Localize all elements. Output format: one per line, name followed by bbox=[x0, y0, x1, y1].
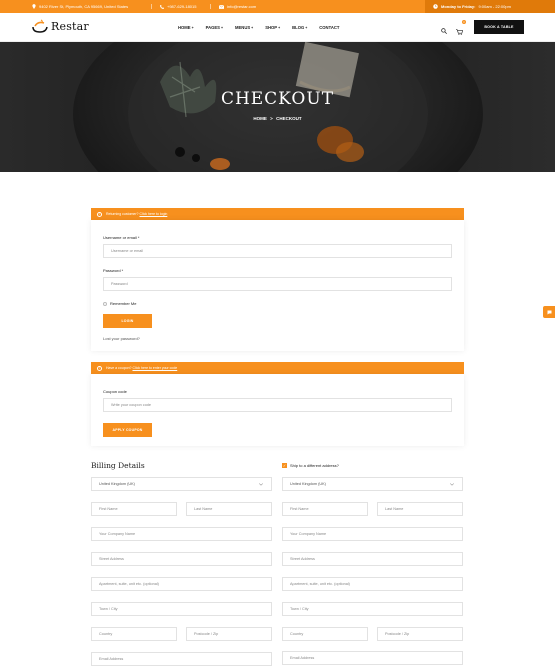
chevron-down-icon bbox=[259, 482, 263, 486]
hours-label: Monday to Friday: bbox=[441, 4, 476, 9]
nav-menus[interactable]: MENUS+ bbox=[235, 25, 253, 30]
remember-me-checkbox[interactable] bbox=[103, 301, 107, 306]
billing-details-title: Billing Details bbox=[91, 461, 145, 470]
password-label: Password * bbox=[103, 268, 124, 273]
shipping-town[interactable]: Town / City bbox=[282, 602, 463, 616]
shipping-apartment[interactable]: Apartment, suite, unit etc. (optional) bbox=[282, 577, 463, 591]
coupon-notice: i Have a coupon? Click here to enter you… bbox=[91, 362, 464, 374]
remember-me-label: Remember Me bbox=[110, 301, 137, 306]
billing-street[interactable]: Street Address bbox=[91, 552, 272, 566]
nav-shop[interactable]: SHOP+ bbox=[265, 25, 280, 30]
chevron-down-icon bbox=[450, 482, 454, 486]
login-button[interactable]: LOGIN bbox=[103, 314, 152, 328]
shipping-company[interactable]: Your Company Name bbox=[282, 527, 463, 541]
opening-hours: Monday to Friday: 9:00am - 22:00pm bbox=[425, 0, 555, 13]
site-logo[interactable]: Restar bbox=[31, 19, 89, 33]
cart-count-badge: 0 bbox=[462, 20, 466, 24]
coupon-input[interactable]: Write your coupon code bbox=[103, 398, 452, 412]
info-icon: i bbox=[97, 211, 102, 217]
cart-icon bbox=[456, 29, 464, 35]
billing-country-field[interactable]: Country bbox=[91, 627, 177, 641]
info-icon: i bbox=[97, 365, 102, 371]
nav-home[interactable]: HOME+ bbox=[178, 25, 194, 30]
search-icon[interactable] bbox=[441, 28, 447, 34]
shipping-last-name[interactable]: Last Name bbox=[377, 502, 463, 516]
returning-customer-notice: i Returning customer? Click here to logi… bbox=[91, 208, 464, 220]
site-header: Restar HOME+ PAGES+ MENUS+ SHOP+ BLOG+ C… bbox=[0, 13, 555, 42]
lost-password-link[interactable]: Lost your password? bbox=[103, 336, 140, 341]
top-info-bar: 9402 River St, Plymouth, CA 95669, Unite… bbox=[0, 0, 555, 13]
billing-email[interactable]: Email Address bbox=[91, 652, 272, 666]
book-table-button[interactable]: BOOK A TABLE bbox=[474, 20, 524, 34]
login-form: Username or email * Username or email Pa… bbox=[91, 220, 464, 351]
login-toggle-link[interactable]: Click here to login bbox=[139, 212, 167, 216]
coupon-notice-text: Have a coupon? bbox=[106, 366, 132, 370]
hours-value: 9:00am - 22:00pm bbox=[478, 4, 511, 9]
cart-button[interactable]: 0 bbox=[456, 20, 466, 40]
shipping-country-select[interactable]: United Kingdom (UK) bbox=[282, 477, 463, 491]
shipping-email[interactable]: Email Address bbox=[282, 651, 463, 665]
shipping-country-value: United Kingdom (UK) bbox=[290, 482, 326, 486]
header-icons: 0 bbox=[441, 20, 466, 40]
coupon-toggle-link[interactable]: Click here to enter your code bbox=[132, 366, 177, 370]
breadcrumb: HOME > CHECKOUT bbox=[0, 116, 555, 121]
billing-apartment[interactable]: Apartment, suite, unit etc. (optional) bbox=[91, 577, 272, 591]
phone-info[interactable]: +987-629-18015 bbox=[160, 0, 196, 13]
username-input[interactable]: Username or email bbox=[103, 244, 452, 258]
ship-different-address[interactable]: ✓ Ship to a different address? bbox=[282, 463, 339, 468]
address-text: 9402 River St, Plymouth, CA 95669, Unite… bbox=[39, 4, 129, 9]
billing-postcode[interactable]: Postcode / Zip bbox=[186, 627, 272, 641]
password-input[interactable]: Password bbox=[103, 277, 452, 291]
breadcrumb-current: CHECKOUT bbox=[276, 116, 302, 121]
page-hero: CHECKOUT HOME > CHECKOUT bbox=[0, 42, 555, 172]
billing-country-select[interactable]: United Kingdom (UK) bbox=[91, 477, 272, 491]
billing-town[interactable]: Town / City bbox=[91, 602, 272, 616]
coupon-form: Coupon code Write your coupon code APPLY… bbox=[91, 374, 464, 446]
username-label: Username or email * bbox=[103, 235, 140, 240]
clock-icon bbox=[433, 4, 438, 9]
side-cart-tab[interactable] bbox=[543, 306, 555, 318]
notice-text: Returning customer? bbox=[106, 212, 139, 216]
chat-icon bbox=[547, 310, 551, 314]
shipping-postcode[interactable]: Postcode / Zip bbox=[377, 627, 463, 641]
nav-blog[interactable]: BLOG+ bbox=[292, 25, 307, 30]
billing-country-value: United Kingdom (UK) bbox=[99, 482, 135, 486]
email-info[interactable]: info@restar.com bbox=[219, 0, 256, 13]
apply-coupon-button[interactable]: APPLY COUPON bbox=[103, 423, 152, 437]
coupon-label: Coupon code bbox=[103, 389, 127, 394]
nav-pages[interactable]: PAGES+ bbox=[206, 25, 223, 30]
shipping-country-field[interactable]: Country bbox=[282, 627, 368, 641]
mail-icon bbox=[219, 4, 224, 9]
main-nav: HOME+ PAGES+ MENUS+ SHOP+ BLOG+ CONTACT bbox=[178, 13, 339, 42]
billing-last-name[interactable]: Last Name bbox=[186, 502, 272, 516]
breadcrumb-home[interactable]: HOME bbox=[253, 116, 267, 121]
email-text[interactable]: info@restar.com bbox=[227, 4, 256, 9]
remember-me[interactable]: Remember Me bbox=[103, 301, 136, 306]
billing-first-name[interactable]: First Name bbox=[91, 502, 177, 516]
logo-text: Restar bbox=[51, 19, 89, 33]
address-info: 9402 River St, Plymouth, CA 95669, Unite… bbox=[32, 0, 128, 13]
shipping-first-name[interactable]: First Name bbox=[282, 502, 368, 516]
phone-icon bbox=[160, 4, 164, 9]
phone-text[interactable]: +987-629-18015 bbox=[167, 4, 196, 9]
logo-icon bbox=[32, 19, 48, 33]
shipping-street[interactable]: Street Address bbox=[282, 552, 463, 566]
ship-different-checkbox[interactable]: ✓ bbox=[282, 463, 287, 468]
page-title: CHECKOUT bbox=[220, 89, 335, 109]
location-pin-icon bbox=[32, 4, 36, 9]
ship-different-label: Ship to a different address? bbox=[290, 463, 339, 468]
breadcrumb-separator: > bbox=[270, 116, 273, 121]
billing-company[interactable]: Your Company Name bbox=[91, 527, 272, 541]
nav-contact[interactable]: CONTACT bbox=[319, 25, 339, 30]
